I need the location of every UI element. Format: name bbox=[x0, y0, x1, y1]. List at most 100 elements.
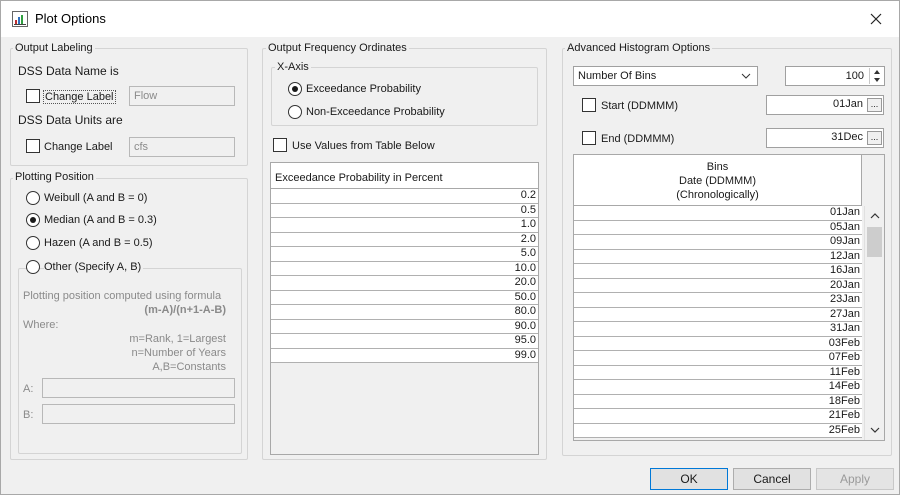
use-values-label[interactable]: Use Values from Table Below bbox=[292, 140, 435, 152]
start-label[interactable]: Start (DDMMM) bbox=[601, 100, 678, 112]
ok-button[interactable]: OK bbox=[650, 468, 728, 490]
b-constant-field[interactable] bbox=[42, 404, 235, 424]
spinner-buttons bbox=[869, 68, 883, 84]
histogram-title: Advanced Histogram Options bbox=[565, 42, 713, 54]
table-row[interactable]: 03Feb bbox=[574, 336, 862, 351]
end-date-browse-button[interactable]: ... bbox=[867, 131, 882, 145]
dss-name-field[interactable] bbox=[129, 86, 235, 106]
end-label[interactable]: End (DDMMM) bbox=[601, 133, 674, 145]
table-row[interactable]: 20.0 bbox=[271, 276, 538, 291]
start-checkbox[interactable] bbox=[582, 98, 596, 112]
bins-header-line3: (Chronologically) bbox=[676, 189, 759, 201]
spin-down-icon[interactable] bbox=[870, 76, 884, 84]
table-row[interactable]: 14Feb bbox=[574, 380, 862, 395]
table-row[interactable]: 16Jan bbox=[574, 264, 862, 279]
dss-units-field[interactable] bbox=[129, 137, 235, 157]
non-exceedance-radio[interactable] bbox=[288, 105, 302, 119]
end-checkbox[interactable] bbox=[582, 131, 596, 145]
table-row[interactable]: 80.0 bbox=[271, 305, 538, 320]
definition-ab: A,B=Constants bbox=[152, 361, 226, 373]
table-row[interactable]: 18Feb bbox=[574, 394, 862, 409]
non-exceedance-label[interactable]: Non-Exceedance Probability bbox=[306, 106, 445, 118]
bins-header-line2: Date (DDMMM) bbox=[679, 175, 756, 187]
table-row[interactable]: 90.0 bbox=[271, 319, 538, 334]
a-label: A: bbox=[23, 383, 34, 395]
output-labeling-title: Output Labeling bbox=[13, 42, 95, 54]
table-row[interactable]: 0.2 bbox=[271, 189, 538, 204]
formula-text: (m-A)/(n+1-A-B) bbox=[144, 304, 226, 316]
end-date-value: 31Dec bbox=[831, 131, 863, 143]
table-row[interactable]: 25Feb bbox=[574, 423, 862, 438]
definition-n: n=Number of Years bbox=[131, 347, 226, 359]
change-name-label-checkbox[interactable] bbox=[26, 89, 40, 103]
change-units-label-text[interactable]: Change Label bbox=[44, 141, 113, 153]
histogram-mode-value: Number Of Bins bbox=[578, 70, 657, 82]
apply-button[interactable]: Apply bbox=[816, 468, 894, 490]
close-button[interactable] bbox=[853, 1, 899, 37]
table-row[interactable]: 05Jan bbox=[574, 220, 862, 235]
spin-up-icon[interactable] bbox=[870, 68, 884, 76]
chevron-down-icon bbox=[741, 73, 751, 79]
histogram-mode-select[interactable]: Number Of Bins bbox=[573, 66, 758, 86]
bins-table: Bins Date (DDMMM) (Chronologically) 01Ja… bbox=[573, 154, 885, 441]
scroll-down-icon[interactable] bbox=[866, 423, 884, 437]
table-row[interactable]: 50.0 bbox=[271, 290, 538, 305]
bins-header-line1: Bins bbox=[706, 161, 729, 173]
plot-options-dialog: Plot Options Output Labeling DSS Data Na… bbox=[0, 0, 900, 495]
table-row[interactable]: 09Jan bbox=[574, 235, 862, 250]
bins-scrollbar[interactable] bbox=[864, 206, 884, 440]
bins-count-value: 100 bbox=[845, 70, 864, 82]
weibull-label[interactable]: Weibull (A and B = 0) bbox=[44, 192, 147, 204]
exceedance-label[interactable]: Exceedance Probability bbox=[306, 83, 421, 95]
median-label[interactable]: Median (A and B = 0.3) bbox=[44, 214, 157, 226]
table-row[interactable]: 2.0 bbox=[271, 232, 538, 247]
hazen-radio[interactable] bbox=[26, 236, 40, 250]
title-bar: Plot Options bbox=[1, 1, 899, 37]
other-radio[interactable] bbox=[26, 260, 40, 274]
hazen-label[interactable]: Hazen (A and B = 0.5) bbox=[44, 237, 153, 249]
weibull-radio[interactable] bbox=[26, 191, 40, 205]
close-icon bbox=[870, 13, 882, 25]
table-row[interactable]: 10.0 bbox=[271, 261, 538, 276]
start-date-browse-button[interactable]: ... bbox=[867, 98, 882, 112]
bins-count-spinner[interactable]: 100 bbox=[785, 66, 885, 86]
scrollbar-thumb[interactable] bbox=[867, 227, 882, 257]
table-row[interactable]: 27Jan bbox=[574, 307, 862, 322]
table-row[interactable]: 95.0 bbox=[271, 334, 538, 349]
change-units-label-checkbox[interactable] bbox=[26, 139, 40, 153]
table-row[interactable]: 0.5 bbox=[271, 203, 538, 218]
table-row[interactable]: 07Feb bbox=[574, 351, 862, 366]
other-label[interactable]: Other (Specify A, B) bbox=[44, 261, 144, 273]
exceedance-column-header: Exceedance Probability in Percent bbox=[275, 172, 443, 184]
table-row[interactable]: 99.0 bbox=[271, 348, 538, 363]
chart-app-icon bbox=[12, 11, 28, 27]
x-axis-title: X-Axis bbox=[275, 61, 311, 73]
a-constant-field[interactable] bbox=[42, 378, 235, 398]
dss-name-heading: DSS Data Name is bbox=[18, 64, 119, 78]
median-radio[interactable] bbox=[26, 213, 40, 227]
formula-intro: Plotting position computed using formula bbox=[23, 290, 222, 302]
b-label: B: bbox=[23, 409, 34, 421]
use-values-checkbox[interactable] bbox=[273, 138, 287, 152]
definition-m: m=Rank, 1=Largest bbox=[129, 333, 226, 345]
table-row[interactable]: 01Jan bbox=[574, 206, 862, 221]
exceedance-radio[interactable] bbox=[288, 82, 302, 96]
table-row[interactable]: 1.0 bbox=[271, 218, 538, 233]
change-name-label-text[interactable]: Change Label bbox=[43, 90, 116, 104]
cancel-button[interactable]: Cancel bbox=[733, 468, 811, 490]
where-label: Where: bbox=[23, 319, 59, 331]
exceedance-table-header: Exceedance Probability in Percent bbox=[271, 163, 538, 189]
table-row[interactable]: 31Jan bbox=[574, 322, 862, 337]
table-row[interactable]: 11Feb bbox=[574, 365, 862, 380]
table-row[interactable]: 20Jan bbox=[574, 278, 862, 293]
exceedance-table: Exceedance Probability in Percent 0.2 0.… bbox=[270, 162, 539, 455]
plotting-position-title: Plotting Position bbox=[13, 171, 96, 183]
table-row[interactable]: 5.0 bbox=[271, 247, 538, 262]
window-title: Plot Options bbox=[35, 11, 106, 26]
table-row[interactable]: 12Jan bbox=[574, 249, 862, 264]
scroll-up-icon[interactable] bbox=[866, 209, 884, 223]
dss-units-heading: DSS Data Units are bbox=[18, 113, 123, 127]
bins-table-header: Bins Date (DDMMM) (Chronologically) bbox=[574, 155, 862, 206]
table-row[interactable]: 21Feb bbox=[574, 409, 862, 424]
table-row[interactable]: 23Jan bbox=[574, 293, 862, 308]
